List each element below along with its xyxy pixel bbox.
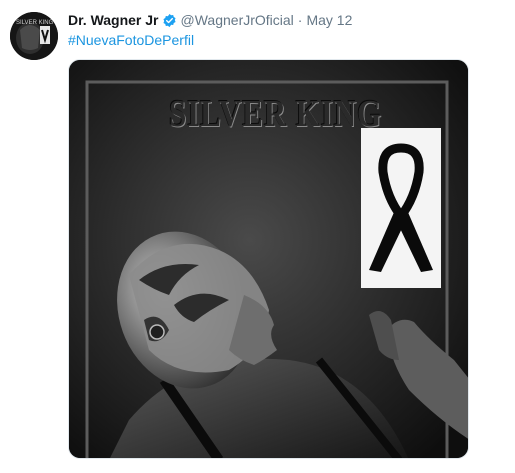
verified-badge-icon: [162, 13, 177, 28]
tweet-header: Dr. Wagner Jr @WagnerJrOficial · May 12: [68, 10, 352, 30]
avatar[interactable]: SILVER KING: [10, 12, 58, 60]
display-name[interactable]: Dr. Wagner Jr: [68, 10, 159, 30]
svg-text:SILVER KING: SILVER KING: [16, 20, 54, 26]
photo-text-silver-king: SILVER KING: [169, 93, 383, 135]
tweet: SILVER KING Dr. Wagner Jr @WagnerJrOfici…: [0, 0, 515, 473]
hashtag-link[interactable]: #NuevaFotoDePerfil: [68, 31, 194, 49]
tweet-photo[interactable]: SILVER KING: [68, 59, 469, 459]
avatar-image: SILVER KING: [10, 12, 58, 60]
tweet-date[interactable]: May 12: [306, 10, 352, 30]
separator-dot: ·: [297, 12, 303, 28]
user-handle[interactable]: @WagnerJrOficial: [181, 10, 294, 30]
